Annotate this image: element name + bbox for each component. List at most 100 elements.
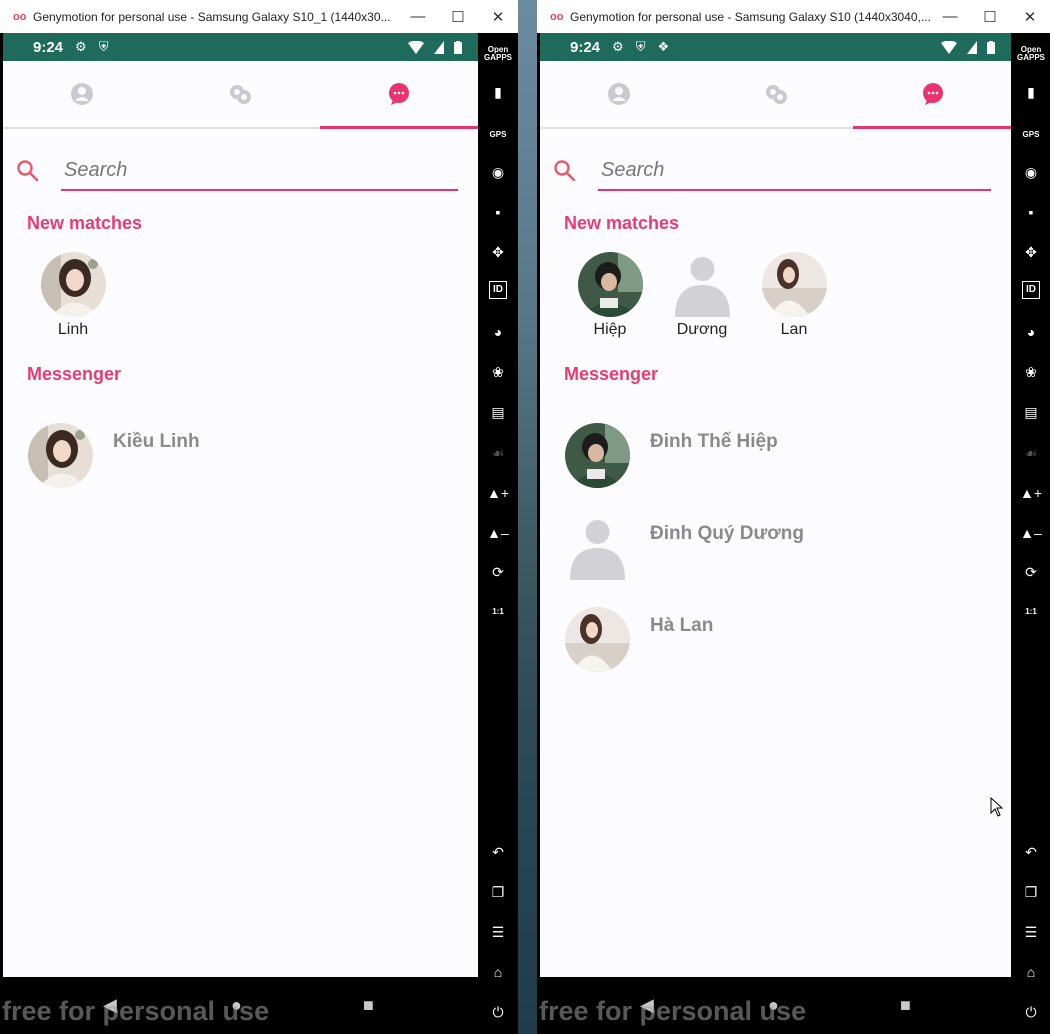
- share-icon[interactable]: ☙: [1011, 442, 1050, 464]
- power-icon[interactable]: ⏻: [478, 1001, 518, 1023]
- avatar: [28, 423, 93, 488]
- maximize-icon[interactable]: ☐: [970, 8, 1010, 26]
- close-icon[interactable]: ✕: [478, 8, 518, 26]
- matches-icon: [230, 85, 252, 104]
- move-icon[interactable]: ✥: [1011, 241, 1050, 263]
- battery-tool-icon[interactable]: ▮: [1011, 81, 1050, 103]
- match-item[interactable]: Dương: [656, 252, 748, 344]
- new-matches-list: Hiệp Dương Lan: [540, 252, 1011, 344]
- shield-icon: ⛨: [635, 39, 646, 54]
- camera-icon[interactable]: ◉: [1011, 161, 1050, 183]
- conversation-list: Kiều Linh: [3, 423, 478, 515]
- pixel-perfect-button[interactable]: 1:1: [478, 601, 518, 623]
- home-tool-icon[interactable]: ⌂: [478, 961, 518, 983]
- camera-icon[interactable]: ◉: [478, 161, 518, 183]
- sms-icon[interactable]: ▤: [1011, 401, 1050, 423]
- tab-profile[interactable]: [540, 61, 697, 127]
- conversation-item[interactable]: Đinh Quý Dương: [540, 515, 1011, 607]
- settings-gear-icon: ⚙: [612, 39, 624, 54]
- section-title-new-matches: New matches: [564, 213, 680, 233]
- tab-chat[interactable]: [854, 61, 1011, 127]
- recents-tool-icon[interactable]: ❐: [478, 881, 518, 903]
- home-tool-icon[interactable]: ⌂: [1011, 961, 1050, 983]
- rotate-icon[interactable]: ⟳: [478, 561, 518, 583]
- gps-button[interactable]: GPS: [478, 124, 518, 146]
- close-icon[interactable]: ✕: [1010, 8, 1050, 26]
- search-bar: [3, 151, 478, 191]
- phone-screen: 9:24 ⚙ ⛨ New matches: [3, 33, 478, 977]
- match-item[interactable]: Lan: [748, 252, 840, 344]
- power-icon[interactable]: ⏻: [1011, 1001, 1050, 1023]
- tab-matches[interactable]: [161, 61, 319, 127]
- rss-icon[interactable]: ❀: [1011, 361, 1050, 383]
- avatar: [40, 252, 106, 317]
- conversation-item[interactable]: Đinh Thế Hiệp: [540, 423, 1011, 515]
- search-icon[interactable]: [552, 158, 578, 184]
- menu-icon[interactable]: ☰: [478, 921, 518, 943]
- section-title-messenger: Messenger: [27, 364, 122, 384]
- window-title: Genymotion for personal use - Samsung Ga…: [33, 9, 391, 24]
- conversation-name: Đinh Quý Dương: [650, 523, 804, 544]
- menu-icon[interactable]: ☰: [1011, 921, 1050, 943]
- avatar: [577, 252, 643, 317]
- watermark: free for personal use: [539, 996, 807, 1026]
- minimize-icon[interactable]: —: [930, 8, 970, 25]
- emulator-toolbar: Open GAPPS ▮ GPS ◉ ▪ ✥ ID ◕ ❀ ▤ ☙ ▲+ ▲– …: [1011, 33, 1050, 1034]
- share-icon[interactable]: ☙: [478, 442, 518, 464]
- recents-icon[interactable]: ■: [900, 995, 911, 1016]
- minimize-icon[interactable]: —: [398, 8, 438, 25]
- main-tabs: [3, 61, 478, 129]
- signal-icon: [967, 40, 977, 54]
- battery-icon: [454, 40, 462, 54]
- main-tabs: [540, 61, 1011, 129]
- rss-icon[interactable]: ❀: [478, 361, 518, 383]
- window-titlebar[interactable]: oo Genymotion for personal use - Samsung…: [537, 0, 1050, 33]
- rotate-icon[interactable]: ⟳: [1011, 561, 1050, 583]
- chat-icon: [922, 83, 943, 105]
- volume-up-icon[interactable]: ▲+: [478, 482, 518, 504]
- conversation-item[interactable]: Kiều Linh: [3, 423, 478, 515]
- emulator-window-1: oo Genymotion for personal use - Samsung…: [0, 0, 518, 1034]
- genymotion-logo-icon: oo: [550, 10, 564, 23]
- active-tab-indicator: [853, 126, 1011, 129]
- conversation-item[interactable]: Hà Lan: [540, 607, 1011, 699]
- battery-tool-icon[interactable]: ▮: [478, 81, 518, 103]
- shield-icon: ⛨: [98, 39, 109, 54]
- tab-chat[interactable]: [320, 61, 478, 127]
- gps-button[interactable]: GPS: [1011, 124, 1050, 146]
- sms-icon[interactable]: ▤: [478, 401, 518, 423]
- open-gapps-button[interactable]: Open GAPPS: [478, 43, 518, 65]
- disk-icon[interactable]: ◕: [1011, 321, 1050, 343]
- tab-matches[interactable]: [697, 61, 854, 127]
- volume-up-icon[interactable]: ▲+: [1011, 482, 1050, 504]
- move-icon[interactable]: ✥: [478, 241, 518, 263]
- search-icon[interactable]: [15, 158, 41, 184]
- capture-icon[interactable]: ▪: [1011, 201, 1050, 223]
- open-gapps-button[interactable]: Open GAPPS: [1011, 43, 1050, 65]
- maximize-icon[interactable]: ☐: [438, 8, 478, 26]
- back-tool-icon[interactable]: ↶: [1011, 841, 1050, 863]
- volume-down-icon[interactable]: ▲–: [478, 522, 518, 544]
- match-item[interactable]: Linh: [27, 252, 119, 344]
- tab-profile[interactable]: [3, 61, 161, 127]
- device-id-button[interactable]: ID: [1022, 281, 1040, 299]
- capture-icon[interactable]: ▪: [478, 201, 518, 223]
- volume-down-icon[interactable]: ▲–: [1011, 522, 1050, 544]
- back-tool-icon[interactable]: ↶: [478, 841, 518, 863]
- disk-icon[interactable]: ◕: [478, 321, 518, 343]
- device-id-button[interactable]: ID: [489, 281, 507, 299]
- recents-tool-icon[interactable]: ❐: [1011, 881, 1050, 903]
- default-person-icon: [670, 252, 735, 317]
- search-input[interactable]: [598, 151, 991, 191]
- match-item[interactable]: Hiệp: [564, 252, 656, 344]
- match-name: Dương: [676, 321, 728, 338]
- search-input[interactable]: [61, 151, 458, 191]
- active-tab-indicator: [320, 126, 478, 129]
- recents-icon[interactable]: ■: [363, 995, 374, 1016]
- watermark: free for personal use: [2, 996, 270, 1026]
- pixel-perfect-button[interactable]: 1:1: [1011, 601, 1050, 623]
- conversation-name: Đinh Thế Hiệp: [650, 431, 778, 452]
- emulator-window-2: oo Genymotion for personal use - Samsung…: [537, 0, 1050, 1034]
- window-titlebar[interactable]: oo Genymotion for personal use - Samsung…: [0, 0, 518, 33]
- emulator-toolbar: Open GAPPS ▮ GPS ◉ ▪ ✥ ID ◕ ❀ ▤ ☙ ▲+ ▲– …: [478, 33, 518, 1034]
